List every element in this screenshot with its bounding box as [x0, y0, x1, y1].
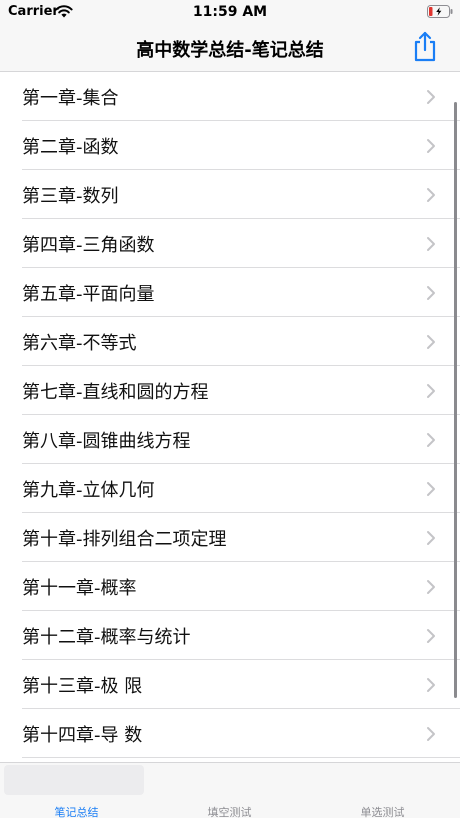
list-item[interactable]: 第十章-排列组合二项定理 — [0, 513, 460, 562]
list-item[interactable]: 第十四章-导 数 — [0, 709, 460, 758]
chapter-label: 第十一章-概率 — [22, 577, 137, 599]
page-title: 高中数学总结-笔记总结 — [136, 40, 324, 61]
chapter-label: 第十二章-概率与统计 — [22, 626, 191, 648]
chevron-right-icon — [427, 383, 435, 398]
chapter-label: 第三章-数列 — [22, 185, 119, 207]
scrollbar[interactable] — [454, 102, 457, 698]
chevron-right-icon — [427, 138, 435, 153]
chapter-label: 第二章-函数 — [22, 136, 119, 158]
tab-single-choice-test[interactable]: 单选测试 — [306, 763, 459, 818]
tab-label: 单选测试 — [360, 806, 405, 818]
app-screen: Carrier 11:59 AM 高中数学总结-笔记总结 第一章-集合 第二章-… — [0, 0, 460, 818]
chevron-right-icon — [427, 285, 435, 300]
share-icon — [414, 31, 436, 62]
tab-label: 笔记总结 — [54, 806, 99, 818]
list-item[interactable]: 第二章-函数 — [0, 121, 460, 170]
chevron-right-icon — [427, 432, 435, 447]
list-item[interactable]: 第十二章-概率与统计 — [0, 611, 460, 660]
battery-charging-icon — [427, 5, 453, 18]
tab-notes-summary[interactable]: 笔记总结 — [0, 763, 153, 818]
list-item[interactable]: 第一章-集合 — [0, 72, 460, 121]
tab-bar: 笔记总结 填空测试 单选测试 — [0, 762, 460, 818]
share-button[interactable] — [410, 30, 440, 64]
chevron-right-icon — [427, 187, 435, 202]
list-item[interactable]: 第六章-不等式 — [0, 317, 460, 366]
chevron-right-icon — [427, 579, 435, 594]
list-item[interactable]: 第七章-直线和圆的方程 — [0, 366, 460, 415]
chevron-right-icon — [427, 530, 435, 545]
chevron-right-icon — [427, 726, 435, 741]
chapter-label: 第七章-直线和圆的方程 — [22, 381, 209, 403]
chapter-label: 第五章-平面向量 — [22, 283, 155, 305]
tab-selection-highlight — [4, 765, 144, 795]
tab-label: 填空测试 — [207, 806, 252, 818]
list-item[interactable]: 第三章-数列 — [0, 170, 460, 219]
chevron-right-icon — [427, 236, 435, 251]
tab-fill-in-test[interactable]: 填空测试 — [153, 763, 306, 818]
chevron-right-icon — [427, 334, 435, 349]
chapter-label: 第十章-排列组合二项定理 — [22, 528, 227, 550]
navigation-bar: 高中数学总结-笔记总结 — [0, 24, 460, 72]
chevron-right-icon — [427, 628, 435, 643]
chevron-right-icon — [427, 481, 435, 496]
chapter-label: 第六章-不等式 — [22, 332, 137, 354]
chapter-list[interactable]: 第一章-集合 第二章-函数 第三章-数列 第四章-三角函数 第五章-平面向量 第… — [0, 72, 460, 762]
list-item[interactable]: 第八章-圆锥曲线方程 — [0, 415, 460, 464]
list-item[interactable]: 第九章-立体几何 — [0, 464, 460, 513]
chapter-label: 第四章-三角函数 — [22, 234, 155, 256]
chevron-right-icon — [427, 89, 435, 104]
chevron-right-icon — [427, 677, 435, 692]
list-item[interactable]: 第十一章-概率 — [0, 562, 460, 611]
list-item[interactable]: 第十三章-极 限 — [0, 660, 460, 709]
list-item[interactable]: 第五章-平面向量 — [0, 268, 460, 317]
list-item[interactable]: 第四章-三角函数 — [0, 219, 460, 268]
status-bar: Carrier 11:59 AM — [0, 0, 460, 24]
chapter-label: 第十三章-极 限 — [22, 675, 143, 697]
chapter-label: 第八章-圆锥曲线方程 — [22, 430, 191, 452]
status-time: 11:59 AM — [192, 4, 268, 20]
chapter-label: 第十四章-导 数 — [22, 724, 143, 746]
chapter-label: 第九章-立体几何 — [22, 479, 155, 501]
chapter-label: 第一章-集合 — [22, 87, 119, 109]
